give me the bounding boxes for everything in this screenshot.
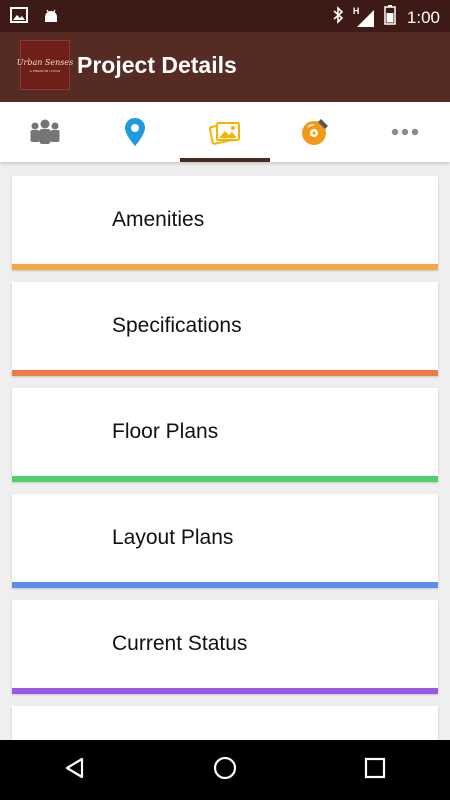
bluetooth-icon [332,6,344,29]
recents-button[interactable] [345,740,405,800]
accent-bar [12,688,438,694]
more-icon [391,128,419,136]
system-nav-bar [0,740,450,800]
app-bar: Urban Senses A PREMIUM LIVING Project De… [0,32,450,102]
list-item-label: Amenities [112,208,205,231]
accent-bar [12,370,438,376]
tab-gallery[interactable] [180,102,270,162]
status-bar: H 1:00 [0,0,450,32]
list-item-specifications[interactable]: Specifications [12,282,438,376]
disc-icon [300,117,330,147]
clock-time: 1:00 [406,7,440,27]
back-button[interactable] [45,740,105,800]
back-icon [63,756,87,785]
list-item-amenities[interactable]: Amenities [12,176,438,270]
list-item-label: Current Status [112,632,248,655]
image-icon [10,6,28,29]
people-icon [29,118,61,146]
tab-media[interactable] [270,102,360,162]
list-item-floor-plans[interactable]: Floor Plans [12,388,438,482]
accent-bar [12,582,438,588]
tab-bar [0,102,450,162]
list-item-current-status[interactable]: Current Status [12,600,438,694]
gallery-icon [209,118,241,146]
android-icon [42,6,60,29]
list-item-label: Floor Plans [112,420,219,443]
location-pin-icon [124,117,146,147]
tab-more[interactable] [360,102,450,162]
recents-icon [364,757,386,784]
home-button[interactable] [195,740,255,800]
signal-icon: H [353,6,375,28]
list-item-layout-plans[interactable]: Layout Plans [12,494,438,588]
app-logo: Urban Senses A PREMIUM LIVING [17,40,73,90]
tab-location[interactable] [90,102,180,162]
accent-bar [12,476,438,482]
accent-bar [12,264,438,270]
battery-icon [384,5,396,30]
page-title: Project Details [77,52,237,78]
list-item-label: Layout Plans [112,526,234,549]
tab-people[interactable] [0,102,90,162]
home-icon [212,755,238,786]
project-details-list: Amenities Specifications Floor Plans Lay… [12,176,438,758]
list-item-label: Specifications [112,314,242,337]
